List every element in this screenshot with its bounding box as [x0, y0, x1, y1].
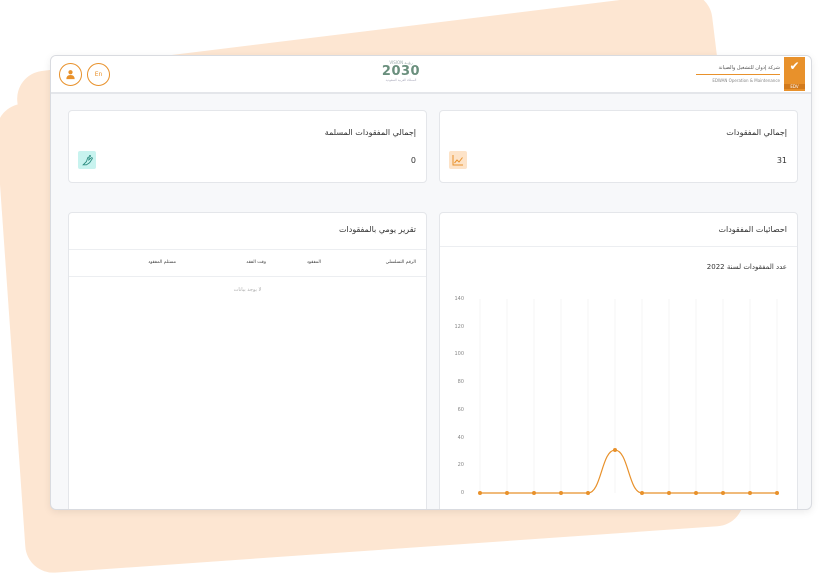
brand-arabic-name: شركة إدوان للتشغيل والصيانة	[696, 65, 780, 75]
data-point[interactable]	[667, 491, 671, 495]
hand-icon-box	[78, 151, 96, 169]
card-total-lost: إجمالي المفقودات 31	[439, 110, 798, 183]
brand-text: شركة إدوان للتشغيل والصيانة EDWAN Operat…	[696, 65, 780, 83]
card-title: إجمالي المفقودات المسلمة	[324, 128, 416, 137]
data-point[interactable]	[505, 491, 509, 495]
user-button[interactable]	[59, 63, 82, 86]
brand-english-name: EDWAN Operation & Maintenance	[712, 78, 780, 83]
chart-icon-box	[449, 151, 467, 169]
card-total-delivered: إجمالي المفقودات المسلمة 0	[68, 110, 427, 183]
stats-panel: احصائيات المفقودات عدد المفقودات لسنة 20…	[439, 212, 798, 509]
col-receiver[interactable]: مستلم المفقود	[148, 260, 176, 265]
data-point[interactable]	[532, 491, 536, 495]
card-value: 31	[776, 156, 787, 165]
data-point[interactable]	[613, 448, 617, 453]
series-line	[480, 449, 777, 494]
user-icon	[66, 70, 75, 80]
report-panel: تقرير يومي بالمفقودات الرقم التسلسلي الم…	[68, 212, 427, 509]
app-window: En VISION رؤيـة 2030 المملكة العربية الس…	[50, 55, 812, 510]
brand: شركة إدوان للتشغيل والصيانة EDWAN Operat…	[696, 56, 805, 92]
data-point[interactable]	[721, 491, 725, 495]
vision-bottom-text: المملكة العربية السعودية	[385, 78, 417, 82]
chart-icon	[452, 155, 463, 166]
data-point[interactable]	[748, 491, 752, 495]
panel-title: تقرير يومي بالمفقودات	[339, 225, 416, 234]
line-chart	[478, 299, 779, 495]
data-point[interactable]	[640, 491, 644, 495]
data-point[interactable]	[478, 491, 482, 495]
vision-year: 2030	[381, 64, 421, 79]
table-header: الرقم التسلسلي المفقود وقت الفقد مستلم ا…	[69, 249, 426, 277]
data-point[interactable]	[775, 491, 779, 495]
col-serial[interactable]: الرقم التسلسلي	[386, 260, 416, 265]
empty-state: لا يوجد بيانات	[233, 287, 262, 293]
language-button[interactable]: En	[87, 63, 110, 86]
vision-2030-logo: VISION رؤيـة 2030 المملكة العربية السعود…	[381, 60, 421, 88]
top-bar: En VISION رؤيـة 2030 المملكة العربية الس…	[51, 56, 811, 94]
hand-icon	[81, 154, 93, 165]
brand-logo: ✔ EDV	[784, 57, 805, 91]
check-icon: ✔	[789, 59, 800, 73]
col-lost-time[interactable]: وقت الفقد	[246, 260, 266, 265]
data-point[interactable]	[586, 491, 590, 495]
brand-logo-text: EDV	[784, 84, 805, 89]
card-value: 0	[410, 156, 416, 165]
data-point[interactable]	[559, 491, 563, 495]
data-point[interactable]	[694, 491, 698, 495]
col-lost-item[interactable]: المفقود	[307, 260, 321, 265]
card-title: إجمالي المفقودات	[726, 128, 787, 137]
